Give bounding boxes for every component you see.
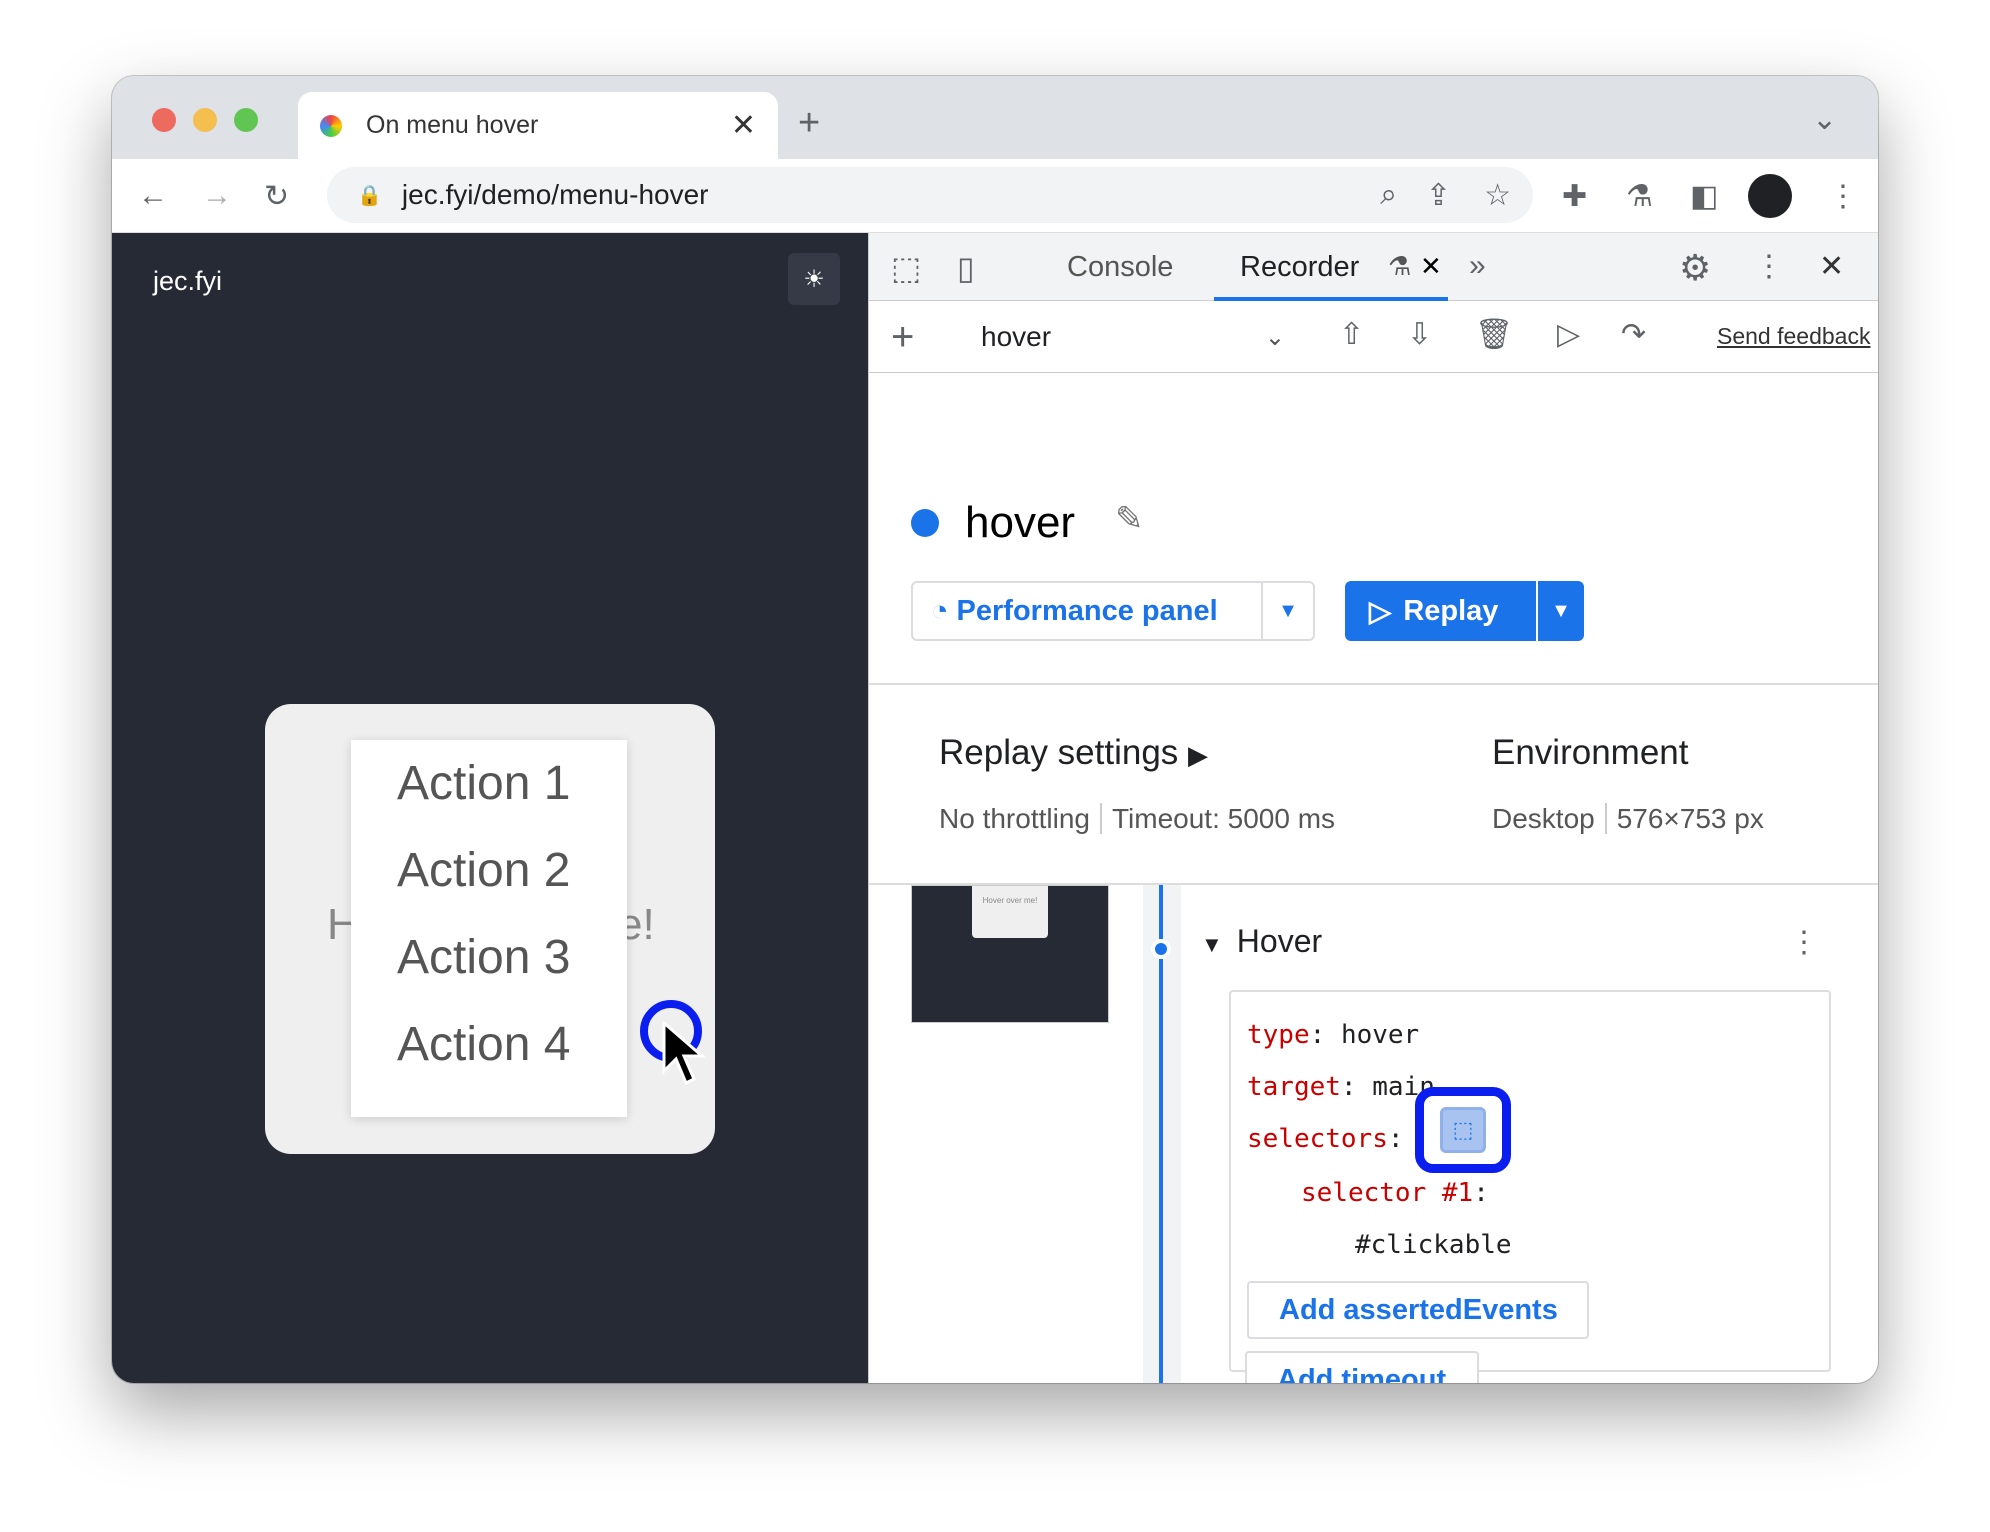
- replay-settings-title: Replay settings: [939, 733, 1179, 772]
- import-icon[interactable]: ⇩: [1407, 317, 1432, 352]
- device-value: Desktop: [1492, 803, 1595, 834]
- devtools-panel: ⬚ ▯ Console Recorder ⚗ ✕ » ⚙ ⋮ ✕ + hover…: [868, 233, 1878, 1383]
- environment-values: Desktop 576×753 px: [1492, 803, 1764, 835]
- recording-select-value: hover: [981, 321, 1052, 352]
- step-screenshot-thumbnail: Hover over me!: [911, 885, 1109, 1023]
- timeout-value: Timeout: 5000 ms: [1111, 803, 1336, 834]
- devtools-tab-bar: ⬚ ▯ Console Recorder ⚗ ✕ » ⚙ ⋮ ✕: [869, 233, 1878, 301]
- selector-value[interactable]: #clickable: [1355, 1230, 1512, 1260]
- close-tab-icon[interactable]: ✕: [731, 108, 756, 143]
- chevron-down-icon: ⌄: [1264, 323, 1285, 351]
- lock-icon: 🔒: [357, 184, 382, 207]
- performance-panel-label: Performance panel: [956, 594, 1218, 627]
- viewport-size-value: 576×753 px: [1616, 803, 1764, 834]
- timeline-line: [1159, 885, 1163, 1383]
- performance-dropdown-arrow-icon[interactable]: ▼: [1261, 583, 1313, 639]
- theme-toggle-button[interactable]: ☀: [788, 253, 840, 305]
- labs-flask-icon[interactable]: ⚗: [1626, 179, 1653, 214]
- replay-settings-toggle[interactable]: Replay settings ▶: [939, 733, 1208, 773]
- inspect-element-icon[interactable]: ⬚: [891, 249, 921, 287]
- zoom-icon[interactable]: ⌕: [1380, 178, 1397, 212]
- url-input[interactable]: 🔒 jec.fyi/demo/menu-hover ⌕ ⇪ ☆: [327, 167, 1533, 223]
- add-asserted-events-button[interactable]: Add assertedEvents: [1247, 1281, 1589, 1339]
- throttling-value: No throttling: [939, 803, 1090, 834]
- recorder-toolbar: + hover ⌄ ⇧ ⇩ 🗑 ▷ ↷ Send feedback: [869, 301, 1878, 373]
- divider: [869, 683, 1878, 685]
- browser-window: On menu hover ✕ + ⌄ ← → ↻ 🔒 jec.fyi/demo…: [112, 76, 1878, 1383]
- settings-gear-icon[interactable]: ⚙: [1679, 247, 1711, 289]
- close-devtools-icon[interactable]: ✕: [1819, 249, 1844, 284]
- play-icon: ▷: [1369, 595, 1392, 628]
- selectors-key: selectors: [1247, 1124, 1388, 1154]
- replay-label: Replay: [1403, 594, 1499, 627]
- forward-icon[interactable]: →: [202, 179, 232, 213]
- url-text: jec.fyi/demo/menu-hover: [401, 179, 709, 210]
- more-tabs-icon[interactable]: »: [1469, 249, 1486, 283]
- maximize-window-button[interactable]: [234, 108, 258, 132]
- send-feedback-link[interactable]: Send feedback: [1717, 323, 1870, 350]
- recording-title[interactable]: hover: [965, 498, 1075, 548]
- tab-console[interactable]: Console: [1067, 251, 1173, 284]
- tab-recorder[interactable]: Recorder ⚗ ✕: [1214, 233, 1448, 301]
- web-page: jec.fyi ☀ H e! Action 1 Action 2 Action …: [112, 233, 868, 1383]
- site-name[interactable]: jec.fyi: [153, 266, 222, 297]
- new-tab-button[interactable]: +: [798, 102, 820, 145]
- thumbnail-text: Hover over me!: [972, 886, 1048, 938]
- hover-menu: Action 1 Action 2 Action 3 Action 4: [351, 740, 627, 1117]
- favicon-icon: [320, 114, 342, 137]
- step-dot: [1151, 939, 1171, 959]
- tab-recorder-label: Recorder: [1240, 251, 1360, 283]
- browser-tab[interactable]: On menu hover ✕: [298, 92, 778, 159]
- recording-select[interactable]: hover ⌄: [965, 315, 1285, 359]
- type-value[interactable]: hover: [1341, 1020, 1419, 1050]
- recording-status-dot: [911, 509, 939, 537]
- type-key: type: [1247, 1020, 1310, 1050]
- step-replay-icon[interactable]: ▷: [1557, 317, 1580, 352]
- reload-icon[interactable]: ↻: [264, 179, 289, 214]
- experimental-flask-icon: ⚗: [1388, 251, 1412, 281]
- address-bar-row: ← → ↻ 🔒 jec.fyi/demo/menu-hover ⌕ ⇪ ☆ ✚ …: [112, 159, 1878, 233]
- performance-panel-button[interactable]: ◔ Performance panel ▼: [911, 581, 1315, 641]
- add-timeout-button[interactable]: Add timeout: [1245, 1351, 1479, 1383]
- step-title: Hover: [1236, 923, 1323, 959]
- devtools-menu-icon[interactable]: ⋮: [1754, 249, 1784, 284]
- back-icon[interactable]: ←: [138, 179, 168, 213]
- caret-down-icon: ▼: [1201, 932, 1223, 957]
- export-icon[interactable]: ⇧: [1339, 317, 1364, 352]
- environment-title: Environment: [1492, 733, 1689, 772]
- performance-gauge-icon: ◔: [931, 594, 949, 627]
- extensions-icon[interactable]: ✚: [1562, 179, 1587, 214]
- replay-settings-values: No throttling Timeout: 5000 ms: [939, 803, 1335, 835]
- side-panel-icon[interactable]: ◧: [1690, 179, 1718, 214]
- step-header[interactable]: ▼ Hover: [1201, 923, 1322, 960]
- profile-avatar[interactable]: [1748, 174, 1792, 218]
- delete-icon[interactable]: 🗑: [1475, 317, 1513, 352]
- create-recording-icon[interactable]: +: [891, 315, 914, 360]
- browser-menu-icon[interactable]: ⋮: [1828, 179, 1858, 214]
- tab-title: On menu hover: [366, 111, 539, 139]
- target-key: target: [1247, 1072, 1341, 1102]
- mouse-cursor-icon: [662, 1021, 707, 1086]
- menu-item-action-1[interactable]: Action 1: [351, 740, 627, 827]
- selector-key: selector #1: [1301, 1178, 1474, 1208]
- minimize-window-button[interactable]: [193, 108, 217, 132]
- bookmark-star-icon[interactable]: ☆: [1484, 178, 1511, 213]
- share-icon[interactable]: ⇪: [1426, 178, 1451, 213]
- close-recorder-tab-icon[interactable]: ✕: [1420, 251, 1442, 282]
- step-details: type: hover target: main selectors: sele…: [1229, 990, 1831, 1372]
- device-toolbar-icon[interactable]: ▯: [957, 249, 975, 287]
- tab-search-chevron-icon[interactable]: ⌄: [1812, 102, 1837, 137]
- menu-item-action-2[interactable]: Action 2: [351, 827, 627, 914]
- selector-picker-icon[interactable]: ⬚: [1440, 1107, 1486, 1153]
- close-window-button[interactable]: [152, 108, 176, 132]
- step-menu-icon[interactable]: ⋮: [1789, 925, 1819, 960]
- selector-picker-highlight: ⬚: [1415, 1087, 1511, 1173]
- caret-right-icon: ▶: [1188, 740, 1209, 770]
- replay-dropdown-arrow-icon[interactable]: ▼: [1536, 581, 1584, 641]
- menu-item-action-3[interactable]: Action 3: [351, 914, 627, 1001]
- menu-item-action-4[interactable]: Action 4: [351, 1001, 627, 1088]
- slow-replay-icon[interactable]: ↷: [1621, 317, 1646, 352]
- replay-button[interactable]: ▷ Replay ▼: [1345, 581, 1584, 641]
- edit-title-pencil-icon[interactable]: ✎: [1115, 499, 1144, 539]
